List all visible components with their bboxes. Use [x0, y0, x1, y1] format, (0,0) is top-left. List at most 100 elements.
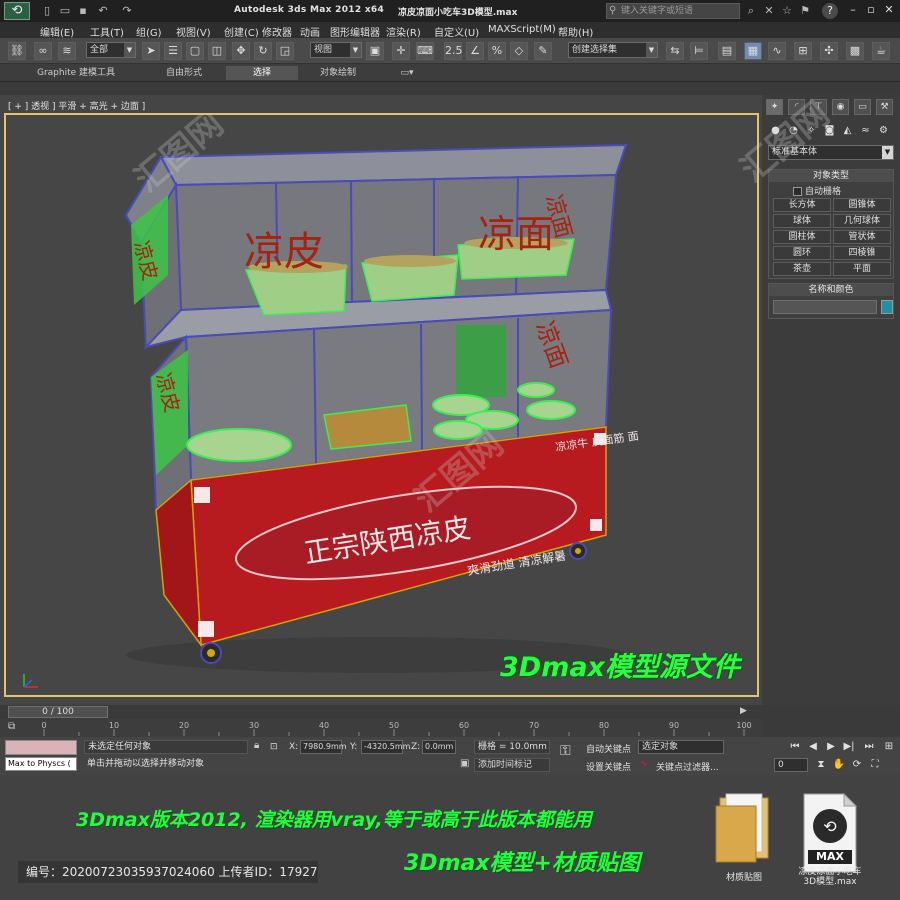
pyramid-button[interactable]: 四棱锥 — [833, 246, 891, 260]
search-input[interactable]: ⚲ 键入关键字或短语 — [606, 3, 740, 19]
set-key-button[interactable]: 设置关键点 — [586, 760, 631, 773]
ribbon-options-icon[interactable]: ▭▾ — [396, 66, 418, 80]
systems-icon[interactable]: ⚙ — [876, 123, 891, 138]
window-crossing-icon[interactable]: ◫ — [208, 42, 226, 60]
next-frame-icon[interactable]: ▶| — [842, 740, 856, 754]
z-coord-field[interactable]: 0.0mm — [422, 740, 456, 754]
previous-frame-icon[interactable]: ◀ — [806, 740, 820, 754]
torus-button[interactable]: 圆环 — [773, 246, 831, 260]
go-to-end-icon[interactable]: ⏭ — [862, 740, 876, 754]
key-filters-button[interactable]: 关键点过滤器... — [656, 760, 719, 773]
key-mode-dropdown[interactable]: 选定对象 — [638, 740, 724, 754]
menu-animation[interactable]: 动画 — [300, 24, 320, 39]
cone-button[interactable]: 圆锥体 — [833, 198, 891, 212]
save-icon[interactable]: ▪ — [76, 4, 90, 18]
menu-edit[interactable]: 编辑(E) — [40, 24, 74, 39]
object-type-title[interactable]: 对象类型 — [769, 170, 893, 182]
graphite-toggle-icon[interactable]: ▦ — [744, 42, 762, 60]
tube-button[interactable]: 管状体 — [833, 230, 891, 244]
select-by-name-icon[interactable]: ☰ — [164, 42, 182, 60]
select-move-icon[interactable]: ✥ — [232, 42, 250, 60]
key-curve-icon[interactable]: ∿ — [640, 759, 648, 769]
shapes-icon[interactable]: ◔ — [786, 123, 801, 138]
ref-coord-dropdown[interactable]: 视图 ▼ — [310, 42, 362, 58]
menu-help[interactable]: 帮助(H) — [558, 24, 593, 39]
render-teapot-icon[interactable]: ☕ — [872, 42, 890, 60]
absolute-mode-icon[interactable]: ⊡ — [270, 742, 278, 752]
chevron-right-icon[interactable]: ▶ — [740, 706, 747, 716]
select-link-icon[interactable]: ⛓ — [8, 42, 26, 60]
material-editor-icon[interactable]: ✣ — [820, 42, 838, 60]
menu-graph-editors[interactable]: 图形编辑器 — [330, 24, 380, 39]
unlink-icon[interactable]: ∞ — [34, 42, 52, 60]
select-scale-icon[interactable]: ◲ — [276, 42, 294, 60]
menu-views[interactable]: 视图(V) — [176, 24, 211, 39]
name-color-title[interactable]: 名称和颜色 — [769, 284, 893, 296]
bind-spacewarp-icon[interactable]: ≋ — [58, 42, 76, 60]
menu-customize[interactable]: 自定义(U) — [434, 24, 479, 39]
snaps-toggle-icon[interactable]: 2.5 — [444, 42, 463, 60]
help-button[interactable]: ? — [822, 3, 838, 19]
maximize-viewport-icon[interactable]: ⛶ — [868, 758, 882, 772]
track-bar[interactable]: ⧉ 0 10 20 30 40 50 60 70 80 90 100 — [0, 719, 762, 737]
current-frame-field[interactable]: 0 — [774, 758, 808, 772]
go-to-start-icon[interactable]: ⏮ — [788, 740, 802, 754]
menu-create[interactable]: 创建(C) — [224, 24, 259, 39]
menu-tools[interactable]: 工具(T) — [90, 24, 124, 39]
maxscript-input[interactable]: Max to Physcs ( — [5, 757, 77, 771]
object-color-swatch[interactable] — [881, 300, 893, 314]
select-object-icon[interactable]: ➤ — [142, 42, 160, 60]
maximize-icon[interactable]: ▫ — [864, 3, 878, 17]
autogrid-checkbox[interactable]: 自动栅格 — [793, 184, 841, 197]
lights-icon[interactable]: ✧ — [804, 123, 819, 138]
new-icon[interactable]: ▯ — [40, 4, 54, 18]
percent-snap-icon[interactable]: % — [488, 42, 506, 60]
modify-icon[interactable]: ◜ — [788, 99, 805, 115]
minimize-icon[interactable]: – — [846, 3, 860, 17]
play-icon[interactable]: ▶ — [824, 740, 838, 754]
plane-button[interactable]: 平面 — [833, 262, 891, 276]
add-time-tag[interactable]: 添加时间标记 — [474, 758, 550, 772]
schematic-view-icon[interactable]: ⊞ — [794, 42, 812, 60]
keyboard-shortcut-icon[interactable]: ⌨ — [416, 42, 434, 60]
menu-rendering[interactable]: 渲染(R) — [386, 24, 421, 39]
layer-manager-icon[interactable]: ▤ — [718, 42, 736, 60]
utilities-icon[interactable]: ⚒ — [876, 99, 893, 115]
create-icon[interactable]: ✦ — [766, 99, 783, 115]
close-icon[interactable]: ✕ — [882, 3, 896, 17]
angle-snap-icon[interactable]: ∠ — [466, 42, 484, 60]
time-config-icon[interactable]: ⧗ — [814, 758, 828, 772]
time-slider-handle[interactable]: 0 / 100 — [8, 706, 108, 718]
menu-maxscript[interactable]: MAXScript(M) — [488, 24, 556, 35]
tab-object-paint[interactable]: 对象绘制 — [302, 66, 374, 80]
tab-graphite[interactable]: Graphite 建模工具 — [30, 66, 122, 80]
edit-named-sets-icon[interactable]: ✎ — [534, 42, 552, 60]
x-coord-field[interactable]: 7980.9mm — [300, 740, 347, 754]
mirror-icon[interactable]: ⇆ — [666, 42, 684, 60]
viewport-label[interactable]: [ + ] 透视 ] 平滑 + 高光 + 边面 ] — [8, 99, 145, 112]
curve-editor-icon[interactable]: ∿ — [768, 42, 786, 60]
orbit-icon[interactable]: ⟳ — [850, 758, 864, 772]
primitive-type-dropdown[interactable]: 标准基本体 ▼ — [768, 145, 894, 160]
zoom-extents-icon[interactable]: ⊞ — [882, 740, 896, 754]
pan-view-icon[interactable]: ✋ — [832, 758, 846, 772]
geometry-icon[interactable]: ● — [768, 123, 783, 138]
sphere-button[interactable]: 球体 — [773, 214, 831, 228]
perspective-viewport[interactable]: 凉皮 凉面 凉皮 凉面 凉面 凉皮 正宗陕西凉皮 爽滑劲道 清凉解暑 凉凉牛 皮… — [4, 113, 759, 697]
box-button[interactable]: 长方体 — [773, 198, 831, 212]
undo-icon[interactable]: ↶ — [96, 4, 110, 18]
redo-icon[interactable]: ↷ — [120, 4, 134, 18]
track-filter-icon[interactable]: ⧉ — [8, 721, 24, 735]
time-slider[interactable]: 0 / 100 ▶ — [0, 705, 762, 719]
selection-lock-icon[interactable]: 🔒︎ — [254, 740, 259, 751]
spinner-snap-icon[interactable]: ◇ — [510, 42, 528, 60]
select-rotate-icon[interactable]: ↻ — [254, 42, 272, 60]
geosphere-button[interactable]: 几何球体 — [833, 214, 891, 228]
cylinder-button[interactable]: 圆柱体 — [773, 230, 831, 244]
align-icon[interactable]: ⊨ — [690, 42, 708, 60]
render-setup-icon[interactable]: ▩ — [846, 42, 864, 60]
time-tag-icon[interactable]: ▣ — [460, 758, 469, 769]
open-icon[interactable]: ▭ — [58, 4, 72, 18]
binoculars-icon[interactable]: ⌕ — [744, 4, 758, 18]
favorites-icon[interactable]: ☆ — [780, 4, 794, 18]
